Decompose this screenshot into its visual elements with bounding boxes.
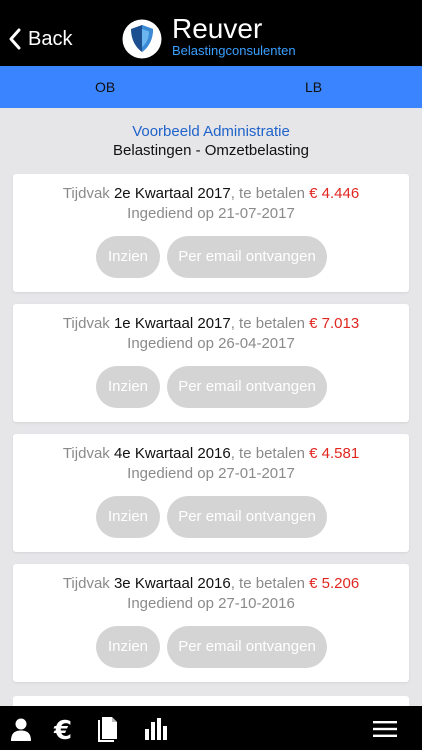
- view-button[interactable]: Inzien: [96, 626, 160, 668]
- top-bar: Back Reuver Belastingconsulenten: [0, 0, 422, 66]
- view-button[interactable]: Inzien: [96, 366, 160, 408]
- period-name: 4e Kwartaal 2016: [113, 445, 231, 462]
- period-mid-text: , te betalen: [230, 445, 305, 462]
- amount-due: € 7.013: [309, 315, 360, 332]
- chart-icon[interactable]: [142, 716, 168, 742]
- email-button[interactable]: Per email ontvangen: [167, 366, 327, 408]
- submitted-date: Ingediend op 26-04-2017: [127, 335, 295, 352]
- period-card: Tijdvak 1e Kwartaal 2017, te betalen € 7…: [13, 304, 409, 422]
- period-prefix: Tijdvak: [62, 185, 110, 202]
- document-icon[interactable]: [96, 716, 122, 742]
- shield-icon: [122, 19, 162, 59]
- period-card: Tijdvak 4e Kwartaal 2016, te betalen € 4…: [13, 434, 409, 552]
- bottom-nav: €: [0, 706, 422, 750]
- period-mid-text: , te betalen: [230, 185, 305, 202]
- period-summary: Tijdvak 4e Kwartaal 2016, te betalen € 4…: [13, 444, 409, 464]
- period-card: Tijdvak 3e Kwartaal 2016, te betalen € 5…: [13, 564, 409, 682]
- tab-lb[interactable]: LB: [305, 66, 322, 108]
- period-prefix: Tijdvak: [62, 445, 110, 462]
- view-button[interactable]: Inzien: [96, 496, 160, 538]
- back-button[interactable]: Back: [8, 28, 72, 50]
- period-name: 1e Kwartaal 2017: [113, 315, 231, 332]
- page-header: Voorbeeld Administratie Belastingen - Om…: [0, 122, 422, 160]
- email-button[interactable]: Per email ontvangen: [167, 496, 327, 538]
- amount-due: € 4.446: [309, 185, 360, 202]
- period-summary: Tijdvak 2e Kwartaal 2017, te betalen € 4…: [13, 184, 409, 204]
- period-prefix: Tijdvak: [62, 575, 110, 592]
- period-summary: Tijdvak 1e Kwartaal 2017, te betalen € 7…: [13, 314, 409, 334]
- period-prefix: Tijdvak: [62, 315, 110, 332]
- period-name: 2e Kwartaal 2017: [113, 185, 231, 202]
- tax-type: Belastingen - Omzetbelasting: [113, 142, 309, 159]
- email-button[interactable]: Per email ontvangen: [167, 236, 327, 278]
- client-name: Voorbeeld Administratie: [132, 123, 290, 140]
- tab-ob[interactable]: OB: [95, 66, 115, 108]
- brand-subtitle: Belastingconsulenten: [172, 43, 296, 58]
- submitted-date: Ingediend op 27-10-2016: [127, 595, 295, 612]
- period-mid-text: , te betalen: [230, 575, 305, 592]
- menu-icon[interactable]: [372, 716, 398, 742]
- back-label: Back: [28, 28, 73, 50]
- email-button[interactable]: Per email ontvangen: [167, 626, 327, 668]
- period-name: 3e Kwartaal 2016: [113, 575, 231, 592]
- user-icon[interactable]: [8, 716, 34, 742]
- period-mid-text: , te betalen: [230, 315, 305, 332]
- period-card: Tijdvak 2e Kwartaal 2017, te betalen € 4…: [13, 174, 409, 292]
- svg-text:€: €: [53, 716, 72, 742]
- period-summary: Tijdvak 3e Kwartaal 2016, te betalen € 5…: [13, 574, 409, 594]
- brand-title: Reuver: [172, 13, 263, 44]
- tab-bar: OB LB: [0, 66, 422, 108]
- amount-due: € 5.206: [309, 575, 360, 592]
- view-button[interactable]: Inzien: [96, 236, 160, 278]
- amount-due: € 4.581: [309, 445, 360, 462]
- chevron-left-icon: [9, 28, 21, 50]
- submitted-date: Ingediend op 21-07-2017: [127, 205, 295, 222]
- euro-icon[interactable]: €: [50, 716, 76, 742]
- submitted-date: Ingediend op 27-01-2017: [127, 465, 295, 482]
